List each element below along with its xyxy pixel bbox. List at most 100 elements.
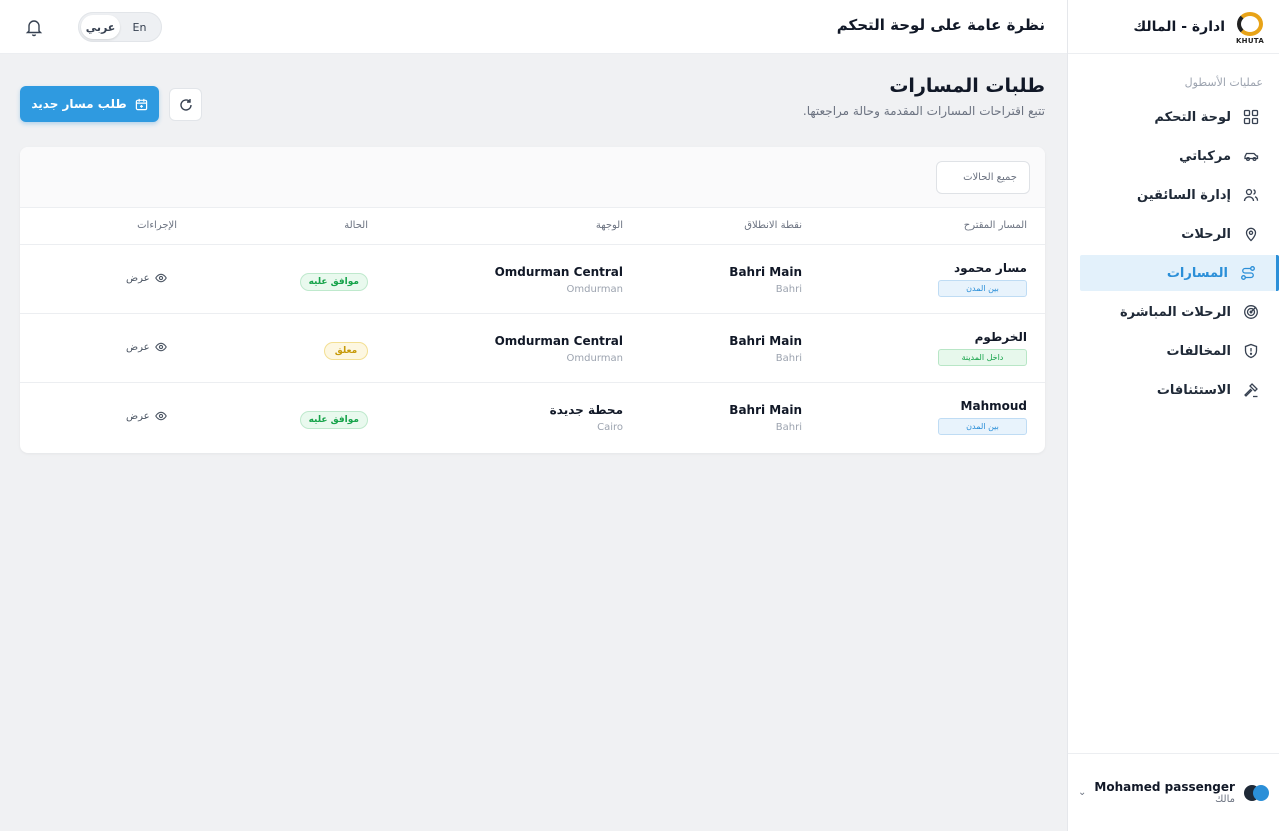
new-route-request-button[interactable]: طلب مسار جديد: [20, 86, 159, 122]
sidebar-item-label: الاستئنافات: [1156, 382, 1231, 398]
avatar: [1243, 784, 1269, 801]
sidebar: KHUTA ادارة - المالك عمليات الأسطول لوحة…: [1067, 0, 1279, 831]
table-row: Mahmoud بين المدن Bahri Main Bahri محطة …: [20, 383, 1045, 452]
radar-icon: [1244, 305, 1258, 319]
sidebar-item-live-trips[interactable]: الرحلات المباشرة: [1080, 294, 1265, 330]
sidebar-item-label: إدارة السائقين: [1137, 187, 1231, 203]
destination-cell: Omdurman Central Omdurman: [495, 265, 623, 295]
map-pin-icon: [1245, 227, 1257, 242]
users-icon: [1243, 188, 1259, 202]
view-action-label: عرض: [126, 341, 150, 353]
start-city: Bahri: [775, 422, 802, 433]
bell-icon[interactable]: [24, 17, 44, 37]
sidebar-item-trips[interactable]: الرحلات: [1080, 216, 1265, 252]
route-icon: [1241, 266, 1255, 280]
brand: KHUTA ادارة - المالك: [1068, 0, 1279, 54]
sidebar-item-dashboard[interactable]: لوحة التحكم: [1080, 99, 1265, 135]
sidebar-item-appeals[interactable]: الاستئنافات: [1080, 372, 1265, 408]
chevron-down-icon[interactable]: ⌄: [1078, 787, 1086, 798]
view-action-label: عرض: [126, 410, 150, 422]
status-cell: معلق: [324, 338, 368, 360]
status-badge: معلق: [324, 342, 368, 360]
view-action[interactable]: عرض: [126, 410, 167, 422]
user-menu[interactable]: Mohamed passenger مالك ⌄: [1068, 753, 1279, 831]
eye-icon: [154, 411, 167, 421]
route-cell: الخرطوم داخل المدينة: [938, 330, 1027, 366]
destination-cell: Omdurman Central Omdurman: [495, 334, 623, 364]
column-header-destination: الوجهة: [595, 220, 623, 231]
destination-cell: محطة جديدة Cairo: [550, 403, 623, 433]
user-name: Mohamed passenger: [1094, 780, 1235, 794]
page-heading: نظرة عامة على لوحة التحكم: [836, 16, 1045, 34]
brand-title: ادارة - المالك: [1133, 18, 1225, 35]
destination-point: محطة جديدة: [549, 403, 623, 417]
column-header-actions: الإجراءات: [137, 220, 177, 231]
destination-point: Omdurman Central: [494, 334, 623, 348]
lang-option-arabic[interactable]: عربي: [81, 15, 120, 39]
sidebar-section-label: عمليات الأسطول: [1184, 76, 1263, 89]
view-action-label: عرض: [126, 272, 150, 284]
filter-bar: جميع الحالات: [20, 147, 1045, 208]
user-info: Mohamed passenger مالك: [1094, 780, 1235, 805]
route-cell: Mahmoud بين المدن: [938, 399, 1027, 435]
route-type-tag: داخل المدينة: [938, 349, 1027, 366]
sidebar-item-vehicles[interactable]: مركباتي: [1080, 138, 1265, 174]
route-type-tag: بين المدن: [938, 280, 1027, 297]
sidebar-item-routes[interactable]: المسارات: [1080, 255, 1279, 291]
eye-icon: [154, 273, 167, 283]
start-cell: Bahri Main Bahri: [729, 265, 802, 295]
gavel-icon: [1244, 383, 1258, 398]
start-city: Bahri: [775, 353, 802, 364]
sidebar-item-label: مركباتي: [1179, 148, 1231, 164]
topbar: عربي En نظرة عامة على لوحة التحكم: [0, 0, 1067, 54]
dashboard-icon: [1243, 109, 1259, 125]
refresh-icon: [179, 98, 192, 111]
table-row: الخرطوم داخل المدينة Bahri Main Bahri Om…: [20, 314, 1045, 383]
destination-city: Omdurman: [566, 353, 623, 364]
route-requests-card: جميع الحالات المسار المقترح نقطة الانطلا…: [20, 147, 1045, 453]
khuta-logo[interactable]: KHUTA: [1233, 10, 1267, 45]
sidebar-item-drivers[interactable]: إدارة السائقين: [1080, 177, 1265, 213]
user-role: مالك: [1215, 794, 1235, 805]
sidebar-item-violations[interactable]: المخالفات: [1080, 333, 1265, 369]
sidebar-item-label: الرحلات المباشرة: [1119, 304, 1231, 320]
route-name: مسار محمود: [953, 261, 1027, 275]
sidebar-nav: لوحة التحكم مركباتي إدارة السائقين الرحل…: [1068, 99, 1279, 408]
column-header-status: الحالة: [344, 220, 368, 231]
destination-city: Cairo: [597, 422, 623, 433]
shield-alert-icon: [1244, 343, 1258, 359]
start-point: Bahri Main: [729, 403, 802, 417]
car-icon: [1244, 152, 1259, 162]
start-point: Bahri Main: [729, 334, 802, 348]
sidebar-item-label: المسارات: [1166, 265, 1228, 281]
page-title: طلبات المسارات: [889, 75, 1045, 97]
new-route-request-label: طلب مسار جديد: [31, 97, 127, 111]
view-action[interactable]: عرض: [126, 272, 167, 284]
status-badge: موافق عليه: [299, 411, 368, 429]
calendar-plus-icon: [135, 98, 147, 110]
sidebar-item-label: الرحلات: [1181, 226, 1231, 242]
refresh-button[interactable]: [169, 88, 202, 121]
eye-icon: [154, 342, 167, 352]
table-header: المسار المقترح نقطة الانطلاق الوجهة الحا…: [20, 208, 1045, 245]
status-filter-select[interactable]: جميع الحالات: [936, 161, 1030, 194]
destination-point: Omdurman Central: [494, 265, 623, 279]
route-name: الخرطوم: [974, 330, 1027, 344]
table-row: مسار محمود بين المدن Bahri Main Bahri Om…: [20, 245, 1045, 314]
route-type-tag: بين المدن: [938, 418, 1027, 435]
page-subtitle: تتبع اقتراحات المسارات المقدمة وحالة مرا…: [802, 104, 1045, 118]
lang-option-english[interactable]: En: [120, 15, 159, 39]
destination-city: Omdurman: [566, 284, 623, 295]
column-header-route: المسار المقترح: [963, 220, 1027, 231]
view-action[interactable]: عرض: [126, 341, 167, 353]
start-city: Bahri: [775, 284, 802, 295]
route-cell: مسار محمود بين المدن: [938, 261, 1027, 297]
language-switch[interactable]: عربي En: [78, 12, 162, 42]
status-cell: موافق عليه: [299, 407, 368, 429]
sidebar-item-label: المخالفات: [1166, 343, 1232, 359]
start-cell: Bahri Main Bahri: [729, 334, 802, 364]
start-point: Bahri Main: [729, 265, 802, 279]
sidebar-item-label: لوحة التحكم: [1154, 109, 1231, 125]
status-cell: موافق عليه: [299, 269, 368, 291]
column-header-start: نقطة الانطلاق: [744, 220, 802, 231]
